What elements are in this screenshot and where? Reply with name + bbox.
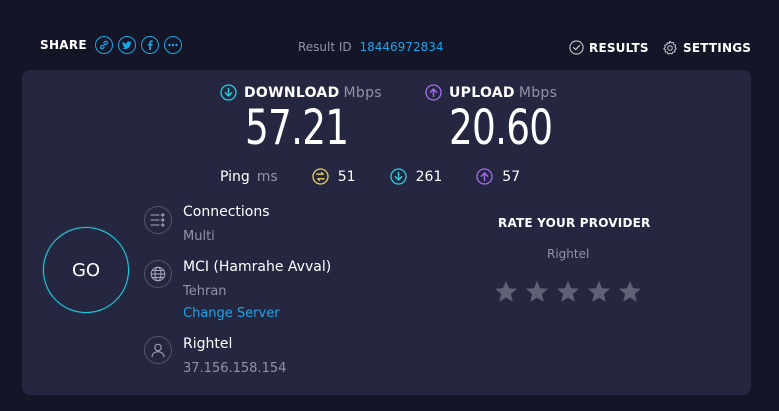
more-icon[interactable] <box>163 36 182 54</box>
ping-idle: 51 <box>312 168 356 185</box>
provider-name: Rightel <box>183 336 233 352</box>
results-label: RESULTS <box>589 40 649 55</box>
ping-label: Ping <box>220 168 250 185</box>
check-circle-icon <box>569 40 584 55</box>
ping-upload: 57 <box>476 168 520 185</box>
result-id: Result ID 18446972834 <box>298 40 443 54</box>
star-icon[interactable] <box>556 280 580 303</box>
star-icon[interactable] <box>618 280 642 303</box>
provider-ip: 37.156.158.154 <box>183 361 287 376</box>
twitter-icon[interactable] <box>117 36 136 54</box>
ping-download-value: 261 <box>415 168 443 185</box>
download-heading: DOWNLOAD Mbps <box>220 84 382 101</box>
settings-label: SETTINGS <box>683 41 752 55</box>
share-group: SHARE <box>40 36 187 54</box>
facebook-icon[interactable] <box>140 36 159 54</box>
ping-idle-value: 51 <box>337 168 356 185</box>
share-label: SHARE <box>40 38 87 52</box>
upload-arrow-icon <box>425 84 442 101</box>
settings-button[interactable]: SETTINGS <box>662 40 751 56</box>
ping-download: 261 <box>389 168 443 185</box>
results-panel <box>22 70 751 395</box>
upload-unit: Mbps <box>518 84 558 101</box>
download-value: 57.21 <box>245 100 349 156</box>
results-button[interactable]: RESULTS <box>569 40 649 55</box>
rate-provider-title: RATE YOUR PROVIDER <box>498 216 651 230</box>
result-id-link[interactable]: 18446972834 <box>360 40 444 54</box>
change-server-link[interactable]: Change Server <box>183 306 280 321</box>
connections-icon <box>144 206 172 234</box>
ping-upload-value: 57 <box>502 168 521 185</box>
ping-unit: ms <box>256 168 278 185</box>
download-unit: Mbps <box>343 84 382 101</box>
upload-heading: UPLOAD Mbps <box>425 84 557 101</box>
gear-icon <box>663 40 677 55</box>
ping-upload-icon <box>476 168 493 185</box>
server-location: Tehran <box>183 284 227 299</box>
ping-idle-icon <box>312 168 329 185</box>
connections-value: Multi <box>183 229 215 244</box>
go-button[interactable]: GO <box>43 227 129 313</box>
result-id-label: Result ID <box>298 40 352 54</box>
link-icon[interactable] <box>94 36 113 54</box>
user-icon <box>144 336 172 364</box>
connections-title: Connections <box>183 204 270 220</box>
download-label: DOWNLOAD <box>244 84 340 101</box>
globe-icon <box>144 260 172 288</box>
star-icon[interactable] <box>525 280 549 303</box>
ping-row: Ping ms 51 261 57 <box>220 168 554 185</box>
download-arrow-icon <box>220 84 237 101</box>
star-icon[interactable] <box>494 280 518 303</box>
top-bar: SHARE Result ID 18446972834 RESULTS SETT… <box>0 0 779 70</box>
server-name: MCI (Hamrahe Avval) <box>183 259 332 275</box>
upload-value: 20.60 <box>449 100 553 156</box>
star-rating[interactable] <box>494 280 649 303</box>
rate-provider-name: Rightel <box>547 247 590 261</box>
upload-label: UPLOAD <box>449 84 515 101</box>
star-icon[interactable] <box>587 280 611 303</box>
ping-download-icon <box>389 168 407 185</box>
